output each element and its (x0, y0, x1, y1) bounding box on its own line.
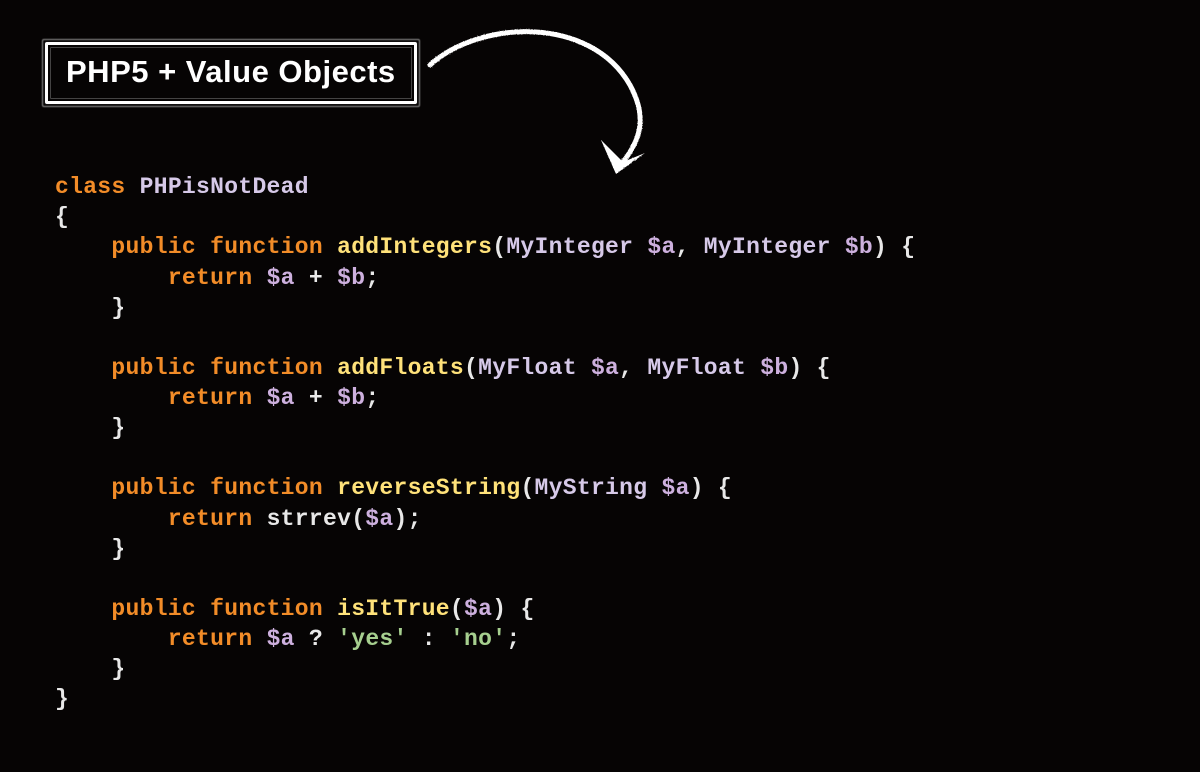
paren-close: ) (394, 506, 408, 532)
class-name: PHPisNotDead (140, 174, 309, 200)
brace-open: { (901, 234, 915, 260)
brace-open: { (55, 204, 69, 230)
title-box: PHP5 + Value Objects (45, 42, 417, 104)
keyword-return: return (168, 385, 253, 411)
func-isItTrue: isItTrue (337, 596, 450, 622)
keyword-public: public (111, 475, 196, 501)
paren-open: ( (492, 234, 506, 260)
keyword-function: function (210, 234, 323, 260)
keyword-return: return (168, 265, 253, 291)
var-a: $a (591, 355, 619, 381)
keyword-public: public (111, 234, 196, 260)
keyword-class: class (55, 174, 126, 200)
string-yes: 'yes' (337, 626, 408, 652)
type-MyFloat: MyFloat (647, 355, 746, 381)
semicolon: ; (365, 265, 379, 291)
brace-close: } (111, 295, 125, 321)
var-a: $a (647, 234, 675, 260)
type-MyInteger: MyInteger (506, 234, 633, 260)
title-text: PHP5 + Value Objects (66, 54, 396, 89)
brace-open: { (718, 475, 732, 501)
op-question: ? (309, 626, 323, 652)
paren-close: ) (690, 475, 704, 501)
semicolon: ; (408, 506, 422, 532)
type-MyInteger: MyInteger (704, 234, 831, 260)
var-a: $a (365, 506, 393, 532)
slide: PHP5 + Value Objects class PHPisNotDead … (0, 0, 1200, 772)
var-a: $a (267, 385, 295, 411)
paren-open: ( (351, 506, 365, 532)
string-no: 'no' (450, 626, 506, 652)
var-a: $a (661, 475, 689, 501)
paren-open: ( (450, 596, 464, 622)
op-colon: : (422, 626, 436, 652)
var-a: $a (464, 596, 492, 622)
type-MyString: MyString (535, 475, 648, 501)
brace-close: } (111, 656, 125, 682)
comma: , (676, 234, 690, 260)
keyword-function: function (210, 596, 323, 622)
keyword-return: return (168, 626, 253, 652)
semicolon: ; (365, 385, 379, 411)
keyword-public: public (111, 355, 196, 381)
var-b: $b (337, 265, 365, 291)
type-MyFloat: MyFloat (478, 355, 577, 381)
keyword-public: public (111, 596, 196, 622)
var-a: $a (267, 265, 295, 291)
paren-close: ) (492, 596, 506, 622)
comma: , (619, 355, 633, 381)
func-addFloats: addFloats (337, 355, 464, 381)
brace-close: } (111, 536, 125, 562)
paren-open: ( (464, 355, 478, 381)
keyword-return: return (168, 506, 253, 532)
semicolon: ; (506, 626, 520, 652)
paren-open: ( (520, 475, 534, 501)
func-reverseString: reverseString (337, 475, 520, 501)
keyword-function: function (210, 475, 323, 501)
var-b: $b (845, 234, 873, 260)
brace-close: } (111, 415, 125, 441)
brace-open: { (817, 355, 831, 381)
func-addIntegers: addIntegers (337, 234, 492, 260)
code-block: class PHPisNotDead { public function add… (55, 142, 1160, 714)
keyword-function: function (210, 355, 323, 381)
var-b: $b (760, 355, 788, 381)
var-a: $a (267, 626, 295, 652)
op-plus: + (309, 385, 323, 411)
paren-close: ) (873, 234, 887, 260)
brace-open: { (520, 596, 534, 622)
brace-close: } (55, 686, 69, 712)
call-strrev: strrev (267, 506, 352, 532)
paren-close: ) (788, 355, 802, 381)
var-b: $b (337, 385, 365, 411)
op-plus: + (309, 265, 323, 291)
